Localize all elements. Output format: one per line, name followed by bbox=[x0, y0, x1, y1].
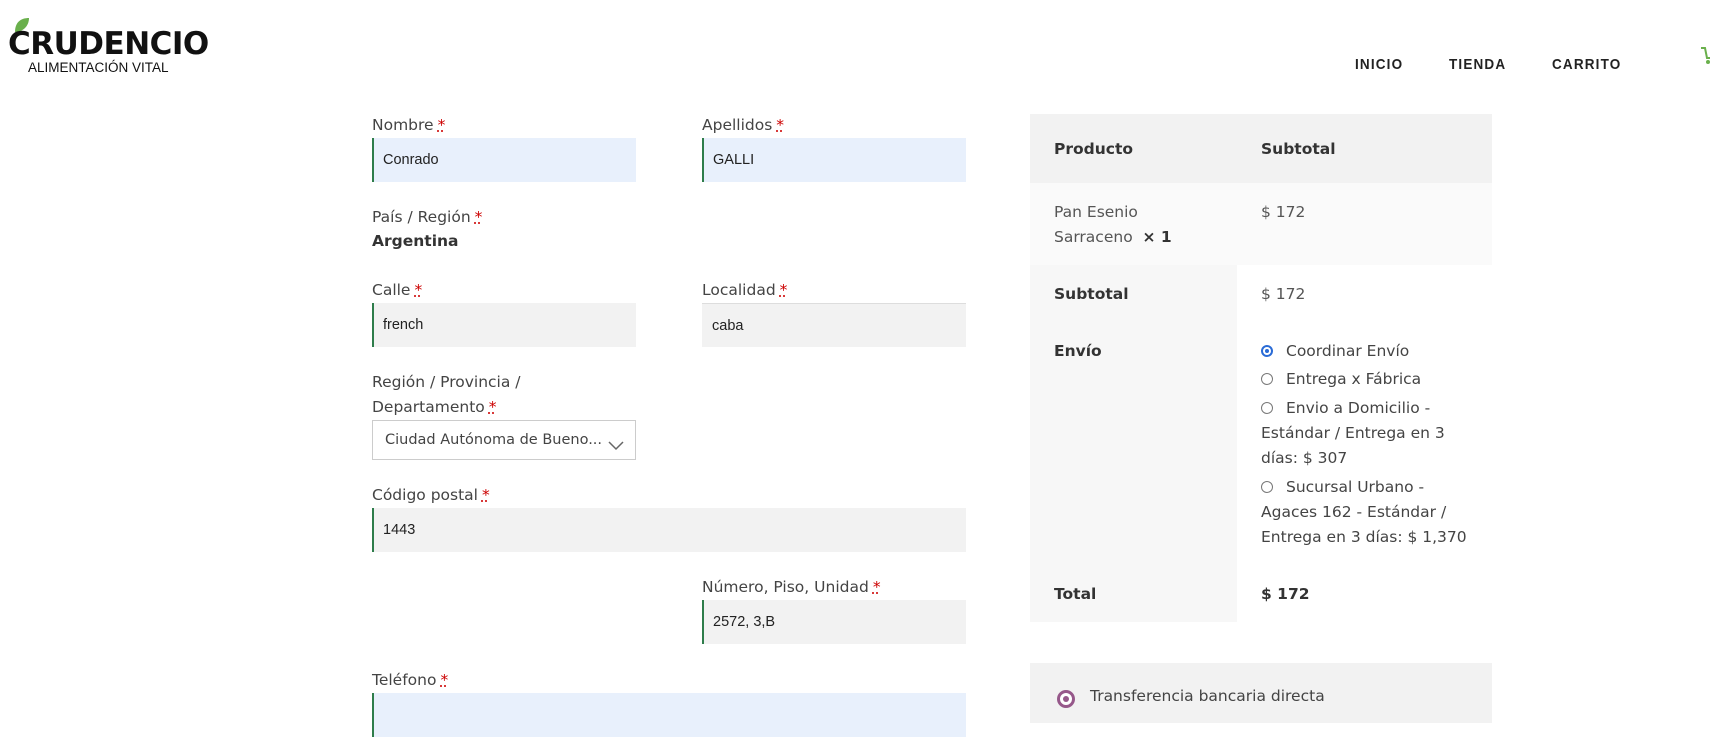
total-label: Total bbox=[1054, 585, 1097, 603]
shipping-option-domicilio[interactable]: Envio a Domicilio - Estándar / Entrega e… bbox=[1261, 396, 1471, 471]
telefono-input[interactable] bbox=[372, 693, 966, 737]
region-label-line2: Departamento * bbox=[372, 398, 497, 416]
shipping-option-sucursal[interactable]: Sucursal Urbano - Agaces 162 - Estándar … bbox=[1261, 475, 1471, 550]
telefono-label: Teléfono * bbox=[372, 671, 449, 689]
shipping-option-coordinar[interactable]: Coordinar Envío bbox=[1261, 339, 1471, 364]
region-select[interactable]: Ciudad Autónoma de Bueno... bbox=[372, 420, 636, 460]
apellidos-input[interactable]: GALLI bbox=[702, 138, 966, 182]
radio[interactable] bbox=[1261, 373, 1273, 385]
nav-carrito[interactable]: CARRITO bbox=[1552, 56, 1621, 73]
numero-label: Número, Piso, Unidad * bbox=[702, 578, 881, 596]
item-qty: × 1 bbox=[1142, 228, 1172, 246]
brand-logo[interactable]: CRUDENCIO bbox=[8, 26, 209, 62]
localidad-label: Localidad * bbox=[702, 281, 788, 299]
apellidos-label: Apellidos * bbox=[702, 116, 785, 134]
cart-icon[interactable] bbox=[1700, 44, 1710, 70]
calle-input[interactable]: french bbox=[372, 303, 636, 347]
item-name: Pan Esenio Sarraceno × 1 bbox=[1054, 203, 1172, 246]
brand-tagline: ALIMENTACIÓN VITAL bbox=[28, 60, 169, 75]
numero-input[interactable]: 2572, 3,B bbox=[702, 600, 966, 644]
pais-value: Argentina bbox=[372, 232, 459, 250]
payment-method-label[interactable]: Transferencia bancaria directa bbox=[1090, 687, 1325, 705]
nombre-input[interactable]: Conrado bbox=[372, 138, 636, 182]
payment-radio-selected[interactable] bbox=[1057, 690, 1075, 708]
chevron-down-icon bbox=[607, 431, 625, 459]
nav-inicio[interactable]: INICIO bbox=[1355, 56, 1403, 73]
shipping-option-fabrica[interactable]: Entrega x Fábrica bbox=[1261, 367, 1471, 392]
item-price: $ 172 bbox=[1261, 203, 1306, 221]
pais-label: País / Región * bbox=[372, 208, 483, 226]
radio[interactable] bbox=[1261, 402, 1273, 414]
calle-label: Calle * bbox=[372, 281, 423, 299]
localidad-input[interactable]: caba bbox=[702, 303, 966, 347]
region-label-line1: Región / Provincia / bbox=[372, 373, 521, 391]
col-producto: Producto bbox=[1054, 140, 1134, 158]
col-subtotal: Subtotal bbox=[1261, 140, 1336, 158]
radio[interactable] bbox=[1261, 481, 1273, 493]
subtotal-label: Subtotal bbox=[1054, 285, 1129, 303]
nombre-label: Nombre * bbox=[372, 116, 446, 134]
codigo-postal-input[interactable]: 1443 bbox=[372, 508, 966, 552]
subtotal-value: $ 172 bbox=[1261, 285, 1306, 303]
shipping-label: Envío bbox=[1054, 342, 1102, 360]
codigo-postal-label: Código postal * bbox=[372, 486, 490, 504]
radio-selected[interactable] bbox=[1261, 345, 1273, 357]
nav-tienda[interactable]: TIENDA bbox=[1449, 56, 1506, 73]
total-value: $ 172 bbox=[1261, 585, 1310, 603]
region-select-value: Ciudad Autónoma de Bueno... bbox=[385, 432, 603, 448]
